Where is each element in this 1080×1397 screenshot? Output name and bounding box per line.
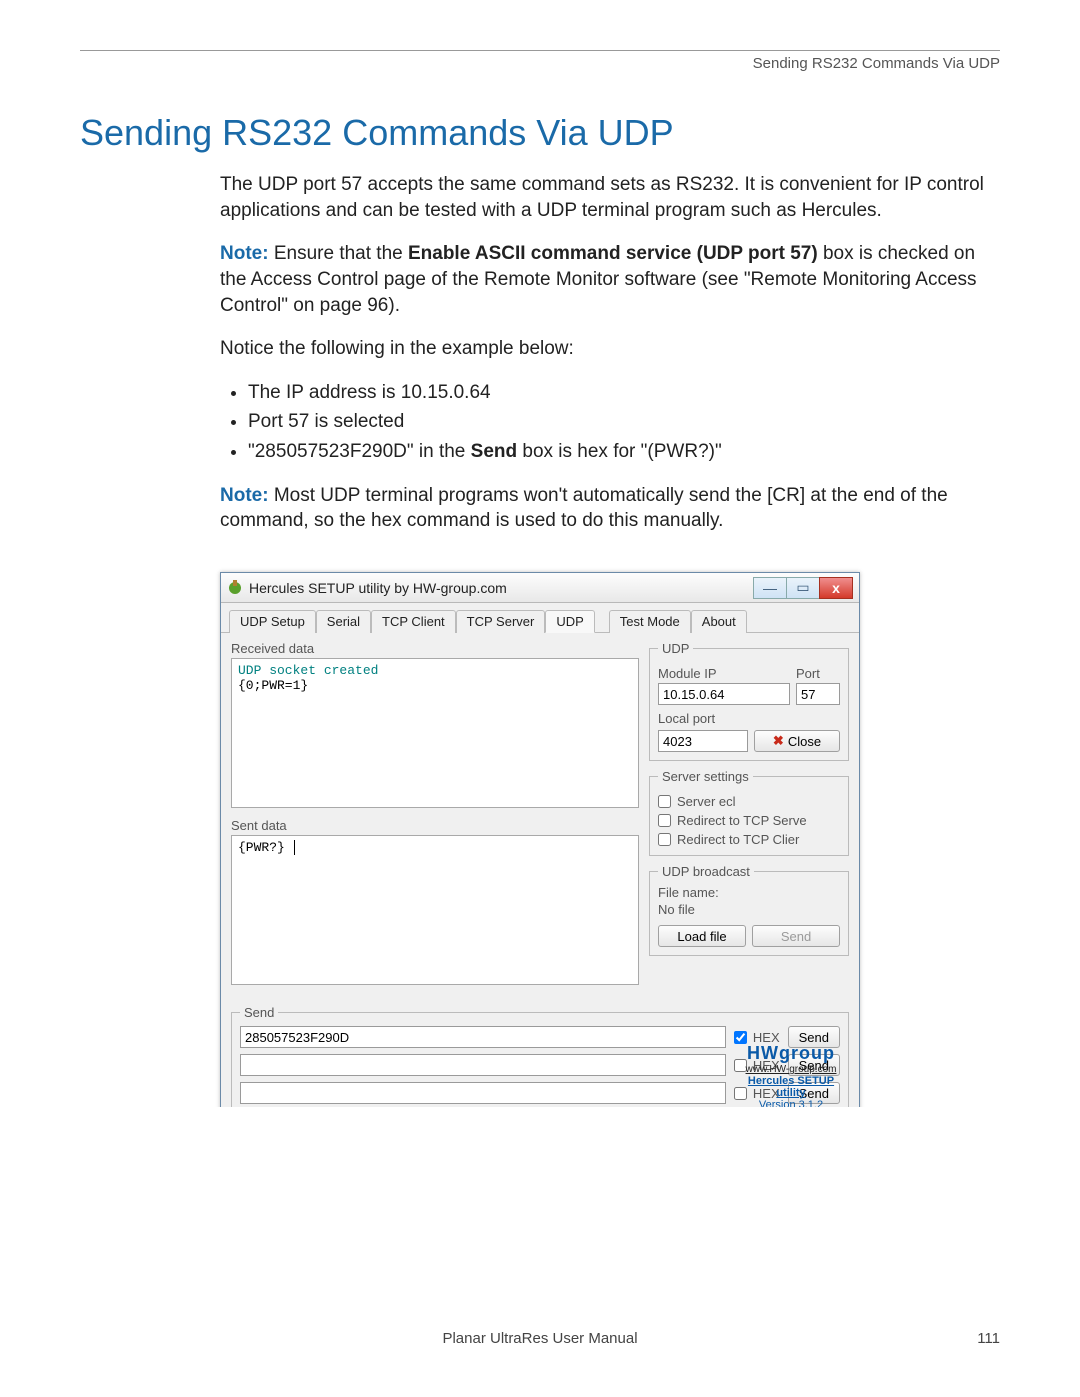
intro-paragraph: The UDP port 57 accepts the same command… [220, 172, 1000, 223]
hercules-window: Hercules SETUP utility by HW-group.com —… [220, 572, 860, 1107]
note2-text: Most UDP terminal programs won't automat… [220, 485, 948, 532]
server-settings-legend: Server settings [658, 769, 753, 784]
tab-tcp-server[interactable]: TCP Server [456, 610, 546, 633]
file-name-label: File name: [658, 885, 840, 900]
sent-data-box[interactable]: {PWR?} [231, 835, 639, 985]
received-line1: UDP socket created [238, 663, 632, 678]
page-number: 111 [940, 1330, 1000, 1347]
module-ip-label: Module IP [658, 666, 790, 681]
hw-group-logo: HWgroup www.HW-group.com Hercules SETUP … [735, 1043, 847, 1107]
redirect-serve-checkbox[interactable]: Redirect to TCP Serve [658, 813, 840, 828]
tab-test-mode[interactable]: Test Mode [609, 610, 691, 633]
udp-broadcast-group: UDP broadcast File name: No file Load fi… [649, 864, 849, 956]
note1-bold: Enable ASCII command service (UDP port 5… [408, 243, 818, 264]
bullet-hex-b: box is hex for "(PWR?)" [517, 441, 722, 462]
redirect-clier-label: Redirect to TCP Clier [677, 832, 799, 847]
section-heading: Sending RS232 Commands Via UDP [80, 112, 1000, 154]
module-ip-input[interactable] [658, 683, 790, 705]
close-icon: ✖ [773, 733, 784, 749]
local-port-input[interactable] [658, 730, 748, 752]
received-data-box[interactable]: UDP socket created {0;PWR=1} [231, 658, 639, 808]
example-bullets: The IP address is 10.15.0.64 Port 57 is … [248, 380, 1000, 465]
sent-line1: {PWR?} [238, 840, 285, 855]
app-icon [227, 580, 243, 596]
udp-broadcast-legend: UDP broadcast [658, 864, 754, 879]
note1-label: Note: [220, 243, 269, 264]
tab-udp[interactable]: UDP [545, 610, 594, 633]
tab-about[interactable]: About [691, 610, 747, 633]
send-group-legend: Send [240, 1005, 278, 1020]
logo-version: Version 3.1.2 [735, 1099, 847, 1107]
broadcast-send-button[interactable]: Send [752, 925, 840, 947]
udp-group: UDP Module IP Port Local port [649, 641, 849, 761]
tab-bar: UDP Setup Serial TCP Client TCP Server U… [221, 603, 859, 633]
load-file-button[interactable]: Load file [658, 925, 746, 947]
close-button-label: Close [788, 734, 821, 749]
bullet-hex-a: "285057523F290D" in the [248, 441, 471, 462]
bullet-port: Port 57 is selected [248, 409, 1000, 435]
redirect-serve-label: Redirect to TCP Serve [677, 813, 807, 828]
send-input-2[interactable] [240, 1054, 726, 1076]
page-footer: Planar UltraRes User Manual 111 [80, 1330, 1000, 1347]
example-intro: Notice the following in the example belo… [220, 336, 1000, 362]
note-1: Note: Ensure that the Enable ASCII comma… [220, 241, 1000, 318]
note1-text-a: Ensure that the [269, 243, 408, 264]
no-file-text: No file [658, 902, 840, 917]
window-close-button[interactable]: x [819, 577, 853, 599]
logo-url: www.HW-group.com [735, 1064, 847, 1075]
bullet-hex: "285057523F290D" in the Send box is hex … [248, 439, 1000, 465]
received-data-label: Received data [231, 641, 639, 656]
note-2: Note: Most UDP terminal programs won't a… [220, 483, 1000, 534]
tab-serial[interactable]: Serial [316, 610, 371, 633]
server-settings-group: Server settings Server ecl Redirect to T… [649, 769, 849, 856]
titlebar: Hercules SETUP utility by HW-group.com —… [221, 573, 859, 603]
bullet-ip: The IP address is 10.15.0.64 [248, 380, 1000, 406]
window-title: Hercules SETUP utility by HW-group.com [249, 580, 754, 596]
logo-utility-name: Hercules SETUP utility [735, 1075, 847, 1099]
local-port-label: Local port [658, 711, 840, 726]
send-input-3[interactable] [240, 1082, 726, 1104]
udp-group-legend: UDP [658, 641, 693, 656]
maximize-button[interactable]: ▭ [786, 577, 820, 599]
port-input[interactable] [796, 683, 840, 705]
server-ecl-checkbox[interactable]: Server ecl [658, 794, 840, 809]
note2-label: Note: [220, 485, 269, 506]
logo-hw: HW [747, 1043, 779, 1063]
port-label: Port [796, 666, 840, 681]
server-ecl-label: Server ecl [677, 794, 736, 809]
footer-title: Planar UltraRes User Manual [140, 1330, 940, 1347]
sent-data-label: Sent data [231, 818, 639, 833]
tab-udp-setup[interactable]: UDP Setup [229, 610, 316, 633]
close-socket-button[interactable]: ✖ Close [754, 730, 840, 752]
running-header: Sending RS232 Commands Via UDP [80, 55, 1000, 72]
minimize-button[interactable]: — [753, 577, 787, 599]
received-line2: {0;PWR=1} [238, 678, 632, 693]
tab-tcp-client[interactable]: TCP Client [371, 610, 456, 633]
bullet-hex-bold: Send [471, 441, 517, 462]
redirect-clier-checkbox[interactable]: Redirect to TCP Clier [658, 832, 840, 847]
send-input-1[interactable] [240, 1026, 726, 1048]
logo-group: group [779, 1043, 835, 1063]
header-divider [80, 50, 1000, 51]
